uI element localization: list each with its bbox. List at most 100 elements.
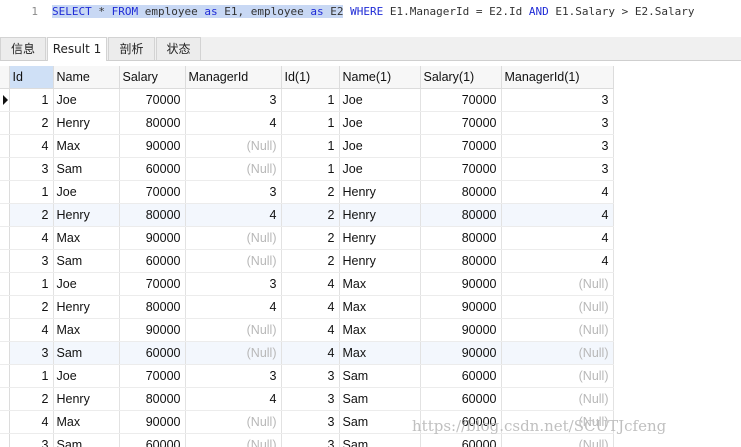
table-row[interactable]: 1 Joe 70000 3 1 Joe 70000 3 (0, 88, 614, 112)
row-indicator[interactable] (0, 226, 10, 250)
row-indicator[interactable] (0, 134, 10, 158)
table-cell[interactable]: 80000 (420, 180, 502, 204)
table-cell[interactable]: 3 (281, 410, 340, 434)
column-header[interactable]: Name (53, 66, 120, 89)
table-cell[interactable]: 4 (501, 226, 614, 250)
table-cell[interactable]: 80000 (119, 203, 186, 227)
table-cell[interactable]: 2 (281, 203, 340, 227)
table-cell[interactable]: 3 (9, 341, 54, 365)
table-row[interactable]: 1 Joe 70000 3 3 Sam 60000 (Null) (0, 364, 614, 388)
table-cell[interactable]: Max (339, 295, 421, 319)
table-cell[interactable]: (Null) (185, 249, 282, 273)
table-cell[interactable]: 1 (9, 364, 54, 388)
table-cell[interactable]: Sam (339, 387, 421, 411)
table-row[interactable]: 2 Henry 80000 4 2 Henry 80000 4 (0, 203, 614, 227)
sql-editor[interactable]: 1 SELECT * FROM employee as E1, employee… (0, 0, 741, 34)
table-row[interactable]: 3 Sam 60000 (Null) 1 Joe 70000 3 (0, 157, 614, 181)
table-cell[interactable]: 4 (9, 134, 54, 158)
table-cell[interactable]: (Null) (185, 341, 282, 365)
row-indicator[interactable] (0, 88, 10, 112)
table-cell[interactable]: (Null) (501, 433, 614, 447)
table-cell[interactable]: Henry (53, 295, 120, 319)
table-cell[interactable]: 4 (185, 295, 282, 319)
table-cell[interactable]: 1 (281, 111, 340, 135)
table-cell[interactable]: 3 (501, 157, 614, 181)
table-cell[interactable]: 80000 (420, 226, 502, 250)
table-cell[interactable]: 60000 (119, 341, 186, 365)
row-indicator[interactable] (0, 157, 10, 181)
table-row[interactable]: 3 Sam 60000 (Null) 3 Sam 60000 (Null) (0, 433, 614, 447)
table-cell[interactable]: 70000 (420, 157, 502, 181)
table-cell[interactable]: 3 (185, 272, 282, 296)
table-cell[interactable]: 4 (9, 318, 54, 342)
table-cell[interactable]: Max (339, 318, 421, 342)
row-indicator[interactable] (0, 111, 10, 135)
table-cell[interactable]: Joe (53, 364, 120, 388)
table-cell[interactable]: 4 (185, 203, 282, 227)
table-cell[interactable]: Joe (339, 157, 421, 181)
tab-profile[interactable]: 剖析 (108, 37, 155, 60)
table-cell[interactable]: Henry (339, 226, 421, 250)
table-cell[interactable]: Max (53, 134, 120, 158)
table-cell[interactable]: Joe (53, 272, 120, 296)
table-cell[interactable]: 4 (281, 341, 340, 365)
row-indicator[interactable] (0, 295, 10, 319)
table-cell[interactable]: 3 (281, 387, 340, 411)
table-cell[interactable]: 90000 (119, 318, 186, 342)
table-cell[interactable]: (Null) (501, 364, 614, 388)
table-cell[interactable]: (Null) (185, 226, 282, 250)
table-cell[interactable]: Joe (339, 111, 421, 135)
table-cell[interactable]: 60000 (420, 387, 502, 411)
table-cell[interactable]: 3 (9, 433, 54, 447)
table-cell[interactable]: 3 (281, 364, 340, 388)
table-cell[interactable]: 3 (501, 88, 614, 112)
table-cell[interactable]: Max (339, 341, 421, 365)
table-cell[interactable]: 1 (281, 134, 340, 158)
table-cell[interactable]: (Null) (501, 387, 614, 411)
table-cell[interactable]: 1 (9, 180, 54, 204)
table-cell[interactable]: (Null) (185, 157, 282, 181)
table-cell[interactable]: (Null) (501, 341, 614, 365)
table-cell[interactable]: Joe (339, 88, 421, 112)
table-cell[interactable]: 3 (501, 111, 614, 135)
table-cell[interactable]: 1 (281, 88, 340, 112)
column-header[interactable]: Name(1) (339, 66, 421, 89)
table-cell[interactable]: 2 (281, 226, 340, 250)
table-cell[interactable]: (Null) (185, 134, 282, 158)
row-indicator[interactable] (0, 387, 10, 411)
table-cell[interactable]: 2 (9, 203, 54, 227)
column-header[interactable]: ManagerId(1) (501, 66, 614, 89)
table-cell[interactable]: Joe (53, 88, 120, 112)
table-cell[interactable]: 2 (281, 180, 340, 204)
table-cell[interactable]: Max (53, 226, 120, 250)
table-cell[interactable]: Sam (53, 157, 120, 181)
table-cell[interactable]: 70000 (420, 88, 502, 112)
row-indicator[interactable] (0, 433, 10, 447)
table-cell[interactable]: 90000 (420, 295, 502, 319)
table-cell[interactable]: Henry (339, 180, 421, 204)
table-cell[interactable]: 70000 (119, 88, 186, 112)
table-cell[interactable]: 70000 (420, 111, 502, 135)
table-cell[interactable]: 80000 (119, 295, 186, 319)
table-cell[interactable]: Henry (339, 249, 421, 273)
table-cell[interactable]: 70000 (420, 134, 502, 158)
table-cell[interactable]: 70000 (119, 272, 186, 296)
table-cell[interactable]: (Null) (185, 433, 282, 447)
table-cell[interactable]: 4 (501, 249, 614, 273)
row-indicator[interactable] (0, 249, 10, 273)
table-cell[interactable]: 4 (185, 111, 282, 135)
table-cell[interactable]: Sam (53, 341, 120, 365)
table-cell[interactable]: 90000 (420, 318, 502, 342)
table-cell[interactable]: 2 (9, 387, 54, 411)
tab-result-1[interactable]: Result 1 (47, 37, 107, 61)
table-row[interactable]: 2 Henry 80000 4 3 Sam 60000 (Null) (0, 387, 614, 411)
column-header[interactable]: Id (9, 66, 54, 89)
table-cell[interactable]: 1 (9, 272, 54, 296)
table-cell[interactable]: 90000 (119, 134, 186, 158)
table-cell[interactable]: Joe (53, 180, 120, 204)
table-cell[interactable]: Max (339, 272, 421, 296)
table-cell[interactable]: (Null) (185, 318, 282, 342)
column-header[interactable]: ManagerId (185, 66, 282, 89)
table-cell[interactable]: 4 (281, 295, 340, 319)
table-cell[interactable]: 4 (185, 387, 282, 411)
